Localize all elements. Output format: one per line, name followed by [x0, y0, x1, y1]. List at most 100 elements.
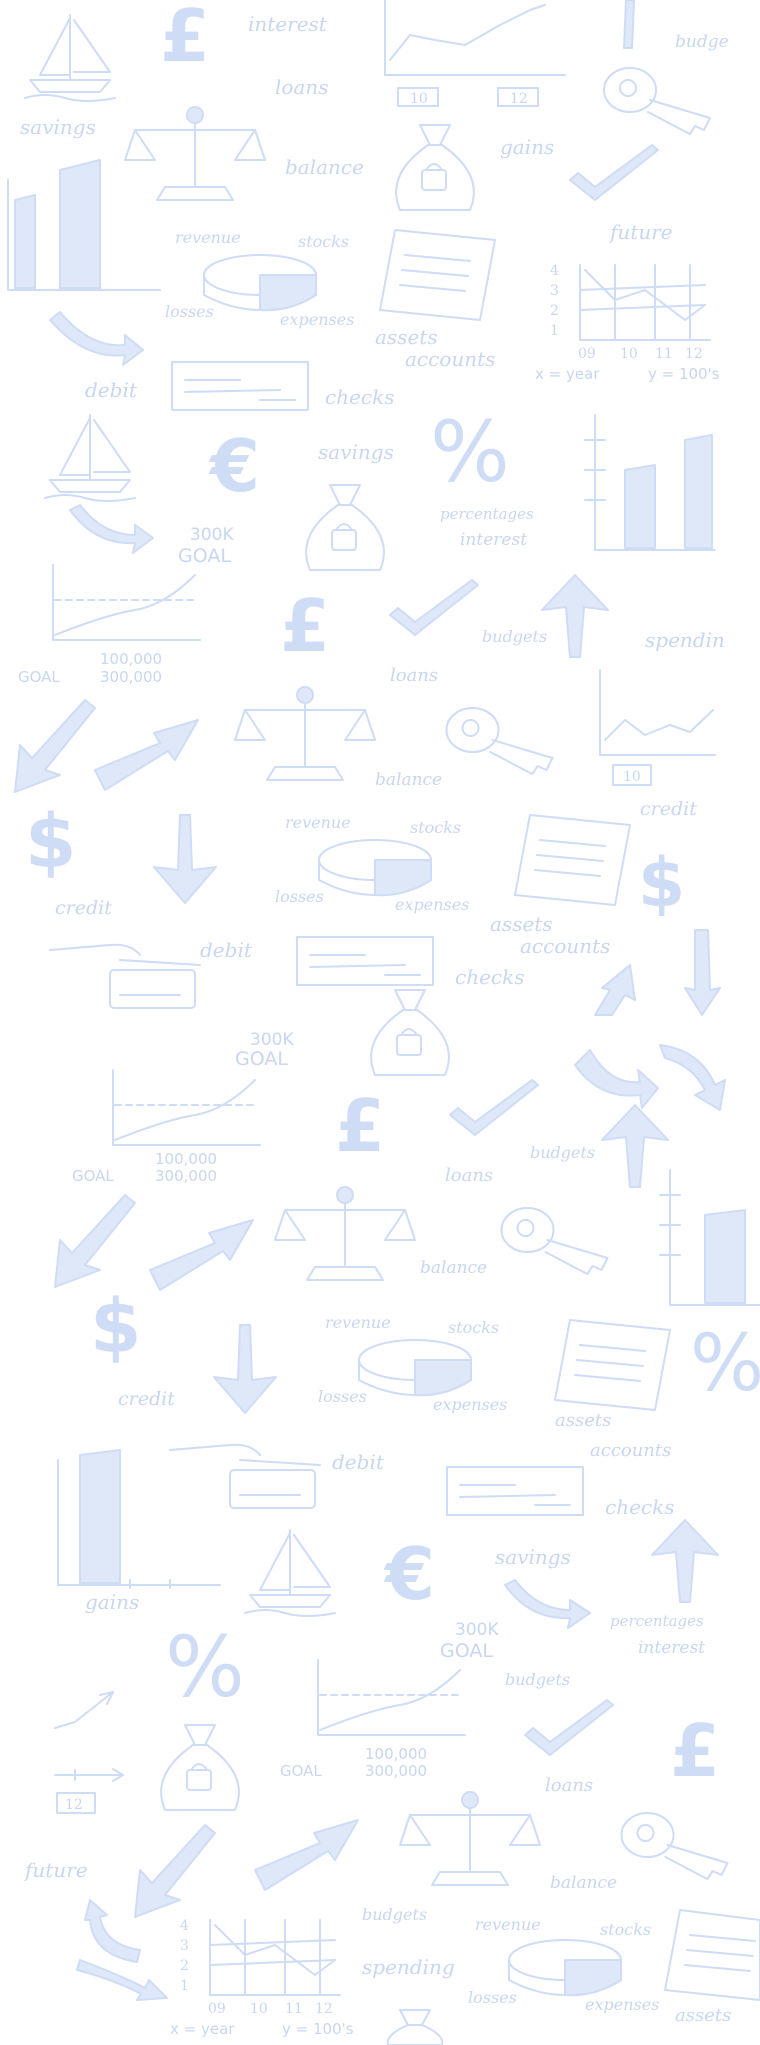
word-stocks: stocks: [298, 232, 350, 251]
pound-icon: £: [335, 1084, 386, 1168]
goal-legend-label: GOAL: [72, 1167, 114, 1185]
word-balance: balance: [420, 1258, 488, 1278]
word-loans: loans: [545, 1775, 594, 1796]
amount-300000-label: 300,000: [365, 1762, 428, 1780]
word-losses: losses: [275, 887, 324, 906]
tick-12-label: 12: [685, 346, 703, 362]
word-assets: assets: [555, 1410, 612, 1431]
tick-10-label: 10: [620, 346, 638, 362]
tick-4-label: 4: [550, 263, 559, 279]
word-assets: assets: [675, 2005, 732, 2026]
diagonal-arrow-icon: [149, 1219, 254, 1291]
document-icon: [514, 814, 631, 906]
tick-09-label: 09: [578, 346, 596, 362]
goal-300k-label: 300K: [190, 525, 234, 545]
word-checks: checks: [605, 1495, 675, 1519]
key-icon: [500, 1207, 609, 1275]
dollar-icon: $: [638, 844, 686, 923]
curved-arrow-icon: [504, 1579, 591, 1629]
word-credit: credit: [55, 897, 112, 919]
line-chart-icon: 10 12: [384, 0, 566, 107]
tick-4-label: 4: [180, 1918, 189, 1934]
tick-3-label: 3: [550, 283, 559, 299]
word-budgets: budgets: [530, 1143, 596, 1162]
trend-line-icon: [54, 1691, 114, 1729]
scales-icon: [234, 686, 376, 781]
bar-chart-icon: [659, 1169, 760, 1306]
tick-09-label: 09: [208, 2001, 226, 2017]
word-savings: savings: [20, 115, 96, 139]
dollar-icon: $: [25, 799, 77, 885]
tick-12-label: 12: [315, 2001, 333, 2017]
grid-chart-icon: 4 3 2 1 09 10 11 12: [180, 1918, 341, 2017]
euro-icon: €: [210, 424, 261, 508]
word-loans: loans: [445, 1165, 494, 1186]
word-assets: assets: [375, 325, 438, 349]
card-hand-icon: [169, 1443, 321, 1509]
word-expenses: expenses: [280, 310, 355, 329]
word-budgets: budgets: [482, 627, 548, 646]
sailboat-icon: [44, 414, 136, 502]
amount-100000-label: 100,000: [365, 1745, 428, 1763]
tick-1-label: 1: [180, 1978, 189, 1994]
word-expenses: expenses: [585, 1995, 660, 2014]
scales-icon: [399, 1791, 541, 1886]
word-interest: interest: [248, 12, 327, 36]
check-card-icon: [171, 361, 309, 411]
word-accounts: accounts: [405, 347, 496, 371]
key-icon: [603, 67, 711, 135]
word-debit: debit: [332, 1450, 384, 1474]
up-arrow-icon: [541, 574, 609, 658]
word-checks: checks: [325, 385, 395, 409]
goal-legend-label: GOAL: [280, 1762, 322, 1780]
checkmark-icon: [449, 1079, 539, 1136]
amount-300000-label: 300,000: [155, 1167, 218, 1185]
tick-11-label: 11: [655, 346, 673, 362]
tick-10-label: 10: [250, 2001, 268, 2017]
box-10-label: 10: [623, 769, 641, 785]
key-icon: [445, 707, 554, 775]
checkmark-icon: [389, 579, 479, 636]
word-losses: losses: [165, 302, 214, 321]
word-checks: checks: [455, 965, 525, 989]
word-interest: interest: [638, 1638, 706, 1658]
tick-1-label: 1: [550, 323, 559, 339]
money-bag-icon: [386, 2009, 444, 2045]
word-losses: losses: [318, 1387, 367, 1406]
word-revenue: revenue: [475, 1915, 541, 1934]
percent-icon: %: [690, 1319, 760, 1409]
curved-arrow-icon: [69, 504, 154, 554]
axis-icon: 12: [54, 1768, 124, 1814]
box-12-label: 12: [65, 1797, 83, 1813]
goal-legend-label: GOAL: [18, 668, 60, 686]
money-bag-icon: [370, 989, 450, 1076]
check-card-icon: [296, 936, 434, 986]
sailboat-icon: [244, 1529, 336, 1617]
word-debit: debit: [85, 378, 137, 402]
word-budgets: budgets: [505, 1670, 571, 1689]
down-arrow-icon: [14, 699, 96, 793]
goal-300k-label: 300K: [250, 1030, 294, 1050]
pound-icon: £: [670, 1709, 721, 1793]
x-year-label: x = year: [535, 365, 600, 383]
card-hand-icon: [49, 943, 201, 1009]
word-gains: gains: [85, 1590, 140, 1614]
word-expenses: expenses: [433, 1395, 508, 1414]
word-balance: balance: [285, 155, 364, 179]
percent-icon: %: [165, 1618, 245, 1716]
word-debit: debit: [200, 938, 252, 962]
up-arrow-icon: [651, 1519, 719, 1603]
finance-doodle-wallpaper: £ interest loans 10 12 budge savings bal…: [0, 0, 760, 2045]
pound-icon: £: [160, 0, 211, 78]
line-chart-icon: 10: [599, 669, 716, 786]
word-spendin: spendin: [645, 628, 725, 652]
word-gains: gains: [500, 135, 555, 159]
money-bag-icon: [305, 484, 385, 571]
word-balance: balance: [550, 1873, 618, 1893]
checkmark-icon: [569, 144, 659, 201]
sailboat-icon: [24, 14, 116, 102]
goal-chart-icon: [317, 1659, 466, 1736]
document-icon: [379, 229, 496, 321]
grid-chart-icon: 4 3 2 1 09 10 11 12: [550, 263, 711, 362]
word-credit: credit: [640, 798, 697, 820]
